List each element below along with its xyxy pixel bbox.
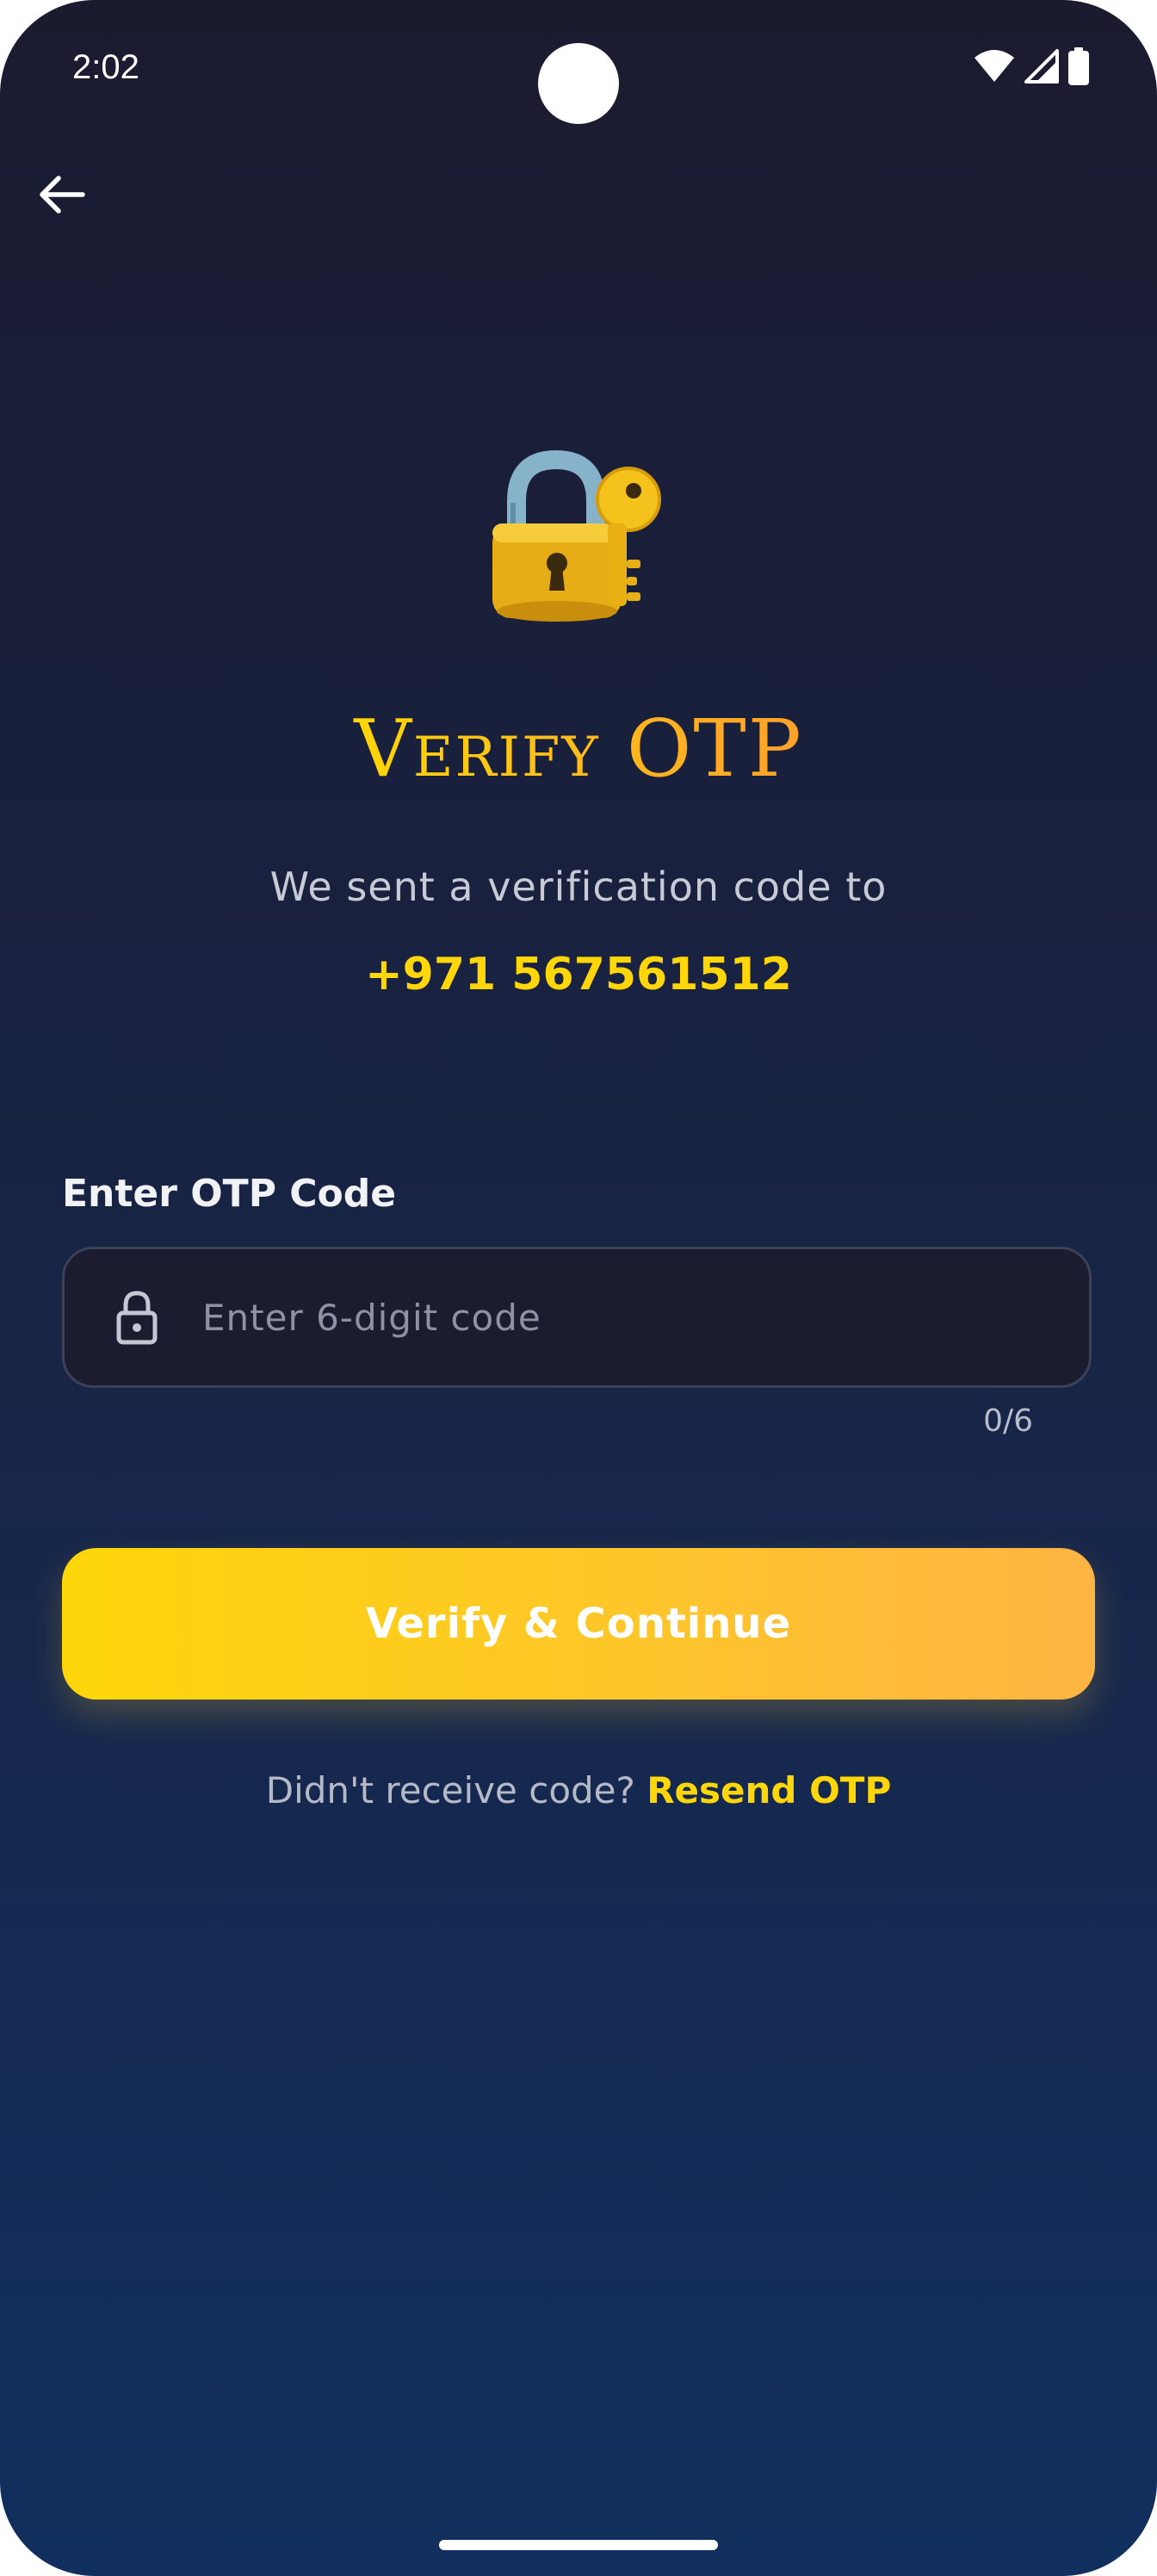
- otp-char-counter: 0/6: [983, 1403, 1033, 1439]
- otp-screen: 2:02 Verify OTP We sent a verification c…: [0, 0, 1157, 2576]
- page-title: Verify OTP: [0, 697, 1157, 801]
- battery-icon: [1067, 47, 1090, 85]
- front-camera: [538, 43, 619, 124]
- resend-row: Didn't receive code? Resend OTP: [0, 1763, 1157, 1818]
- home-indicator[interactable]: [439, 2540, 718, 2550]
- lock-icon: [102, 1290, 171, 1345]
- arrow-left-icon: [38, 174, 86, 219]
- status-time: 2:02: [72, 48, 139, 86]
- back-button[interactable]: [31, 165, 93, 227]
- resend-otp-link[interactable]: Resend OTP: [647, 1769, 891, 1811]
- lock-with-key-icon: [482, 448, 671, 629]
- verify-continue-button[interactable]: Verify & Continue: [62, 1548, 1095, 1700]
- verify-continue-label: Verify & Continue: [365, 1600, 792, 1648]
- status-icons: [973, 46, 1090, 86]
- verification-subtitle: We sent a verification code to: [269, 864, 888, 910]
- phone-number: +971 567561512: [365, 949, 792, 1000]
- otp-input-container[interactable]: [62, 1247, 1092, 1388]
- otp-field-label: Enter OTP Code: [62, 1172, 397, 1216]
- otp-input[interactable]: [201, 1248, 1089, 1386]
- signal-icon: [1024, 49, 1059, 84]
- resend-prompt: Didn't receive code?: [265, 1769, 635, 1811]
- wifi-icon: [973, 49, 1016, 84]
